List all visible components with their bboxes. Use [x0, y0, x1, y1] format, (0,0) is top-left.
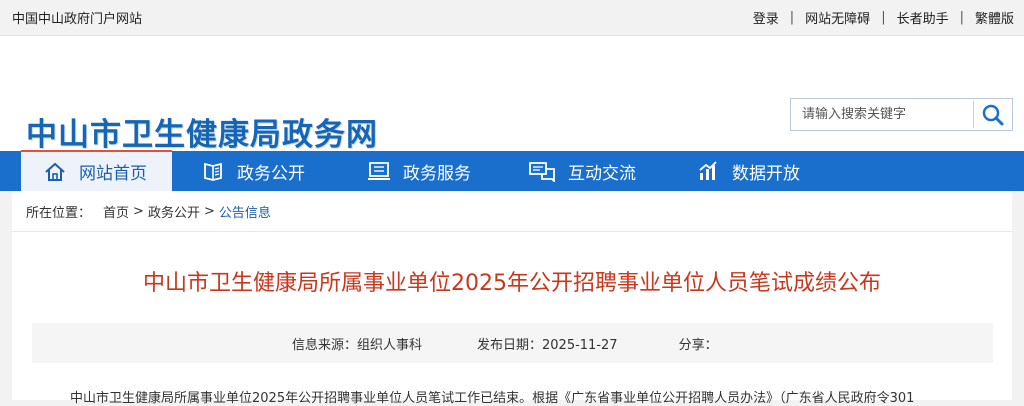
breadcrumb-prefix: 所在位置： — [26, 205, 92, 221]
search-button[interactable] — [974, 99, 1012, 130]
breadcrumb: 所在位置： 首页 > 政务公开 > 公告信息 — [12, 191, 1012, 231]
article-title: 中山市卫生健康局所属事业单位2025年公开招聘事业单位人员笔试成绩公布 — [143, 271, 881, 296]
separator: | — [881, 10, 886, 25]
nav-label: 互动交流 — [568, 163, 636, 184]
top-utility-bar: 中国中山政府门户网站 登录 | 网站无障碍 | 长者助手 | 繁體版 — [0, 0, 1024, 36]
search-icon — [982, 104, 1004, 125]
site-header: 中山市卫生健康局政务网 — [0, 36, 1024, 154]
gov-portal-link[interactable]: 中国中山政府门户网站 — [12, 8, 142, 27]
site-logo[interactable]: 中山市卫生健康局政务网 — [26, 109, 378, 154]
traditional-chinese-link[interactable]: 繁體版 — [975, 8, 1014, 27]
article-date: 发布日期：2025-11-27 — [477, 337, 618, 353]
nav-label: 网站首页 — [79, 164, 147, 184]
article-meta: 信息来源：组织人事科 发布日期：2025-11-27 分享： — [32, 323, 993, 363]
separator: | — [959, 10, 964, 25]
nav-label: 数据开放 — [732, 163, 800, 184]
nav-label: 政务服务 — [403, 163, 471, 184]
nav-item-open-data[interactable]: 数据开放 — [696, 151, 800, 191]
chat-icon — [528, 159, 556, 183]
main-nav: 网站首页 政务公开 政务服务 互动交流 数据开放 — [0, 150, 1024, 191]
book-icon — [201, 159, 225, 183]
data-icon — [696, 159, 720, 183]
nav-item-interaction[interactable]: 互动交流 — [528, 151, 636, 191]
elder-assistant-link[interactable]: 长者助手 — [897, 8, 949, 27]
breadcrumb-home[interactable]: 首页 — [103, 202, 129, 221]
nav-item-home[interactable]: 网站首页 — [21, 150, 172, 191]
separator: | — [789, 10, 795, 25]
share-label: 分享： — [678, 337, 718, 353]
nav-item-gov-service[interactable]: 政务服务 — [367, 151, 471, 191]
breadcrumb-gov-affairs[interactable]: 政务公开 — [148, 202, 200, 221]
search-box — [790, 98, 1013, 131]
article-panel: 中山市卫生健康局所属事业单位2025年公开招聘事业单位人员笔试成绩公布 信息来源… — [12, 231, 1012, 406]
home-icon — [43, 160, 67, 184]
breadcrumb-current[interactable]: 公告信息 — [219, 202, 271, 221]
breadcrumb-separator: > — [203, 203, 215, 219]
breadcrumb-separator: > — [133, 203, 144, 219]
nav-item-gov-affairs[interactable]: 政务公开 — [201, 151, 305, 191]
top-links: 登录 | 网站无障碍 | 长者助手 | 繁體版 — [753, 8, 1014, 27]
nav-label: 政务公开 — [237, 163, 305, 184]
search-input[interactable] — [791, 99, 974, 130]
article-source: 信息来源：组织人事科 — [292, 337, 423, 353]
service-icon — [367, 159, 391, 183]
accessibility-link[interactable]: 网站无障碍 — [805, 8, 870, 27]
login-link[interactable]: 登录 — [753, 8, 779, 27]
article-body: 中山市卫生健康局所属事业单位2025年公开招聘事业单位人员笔试工作已结束。根据《… — [70, 391, 915, 406]
